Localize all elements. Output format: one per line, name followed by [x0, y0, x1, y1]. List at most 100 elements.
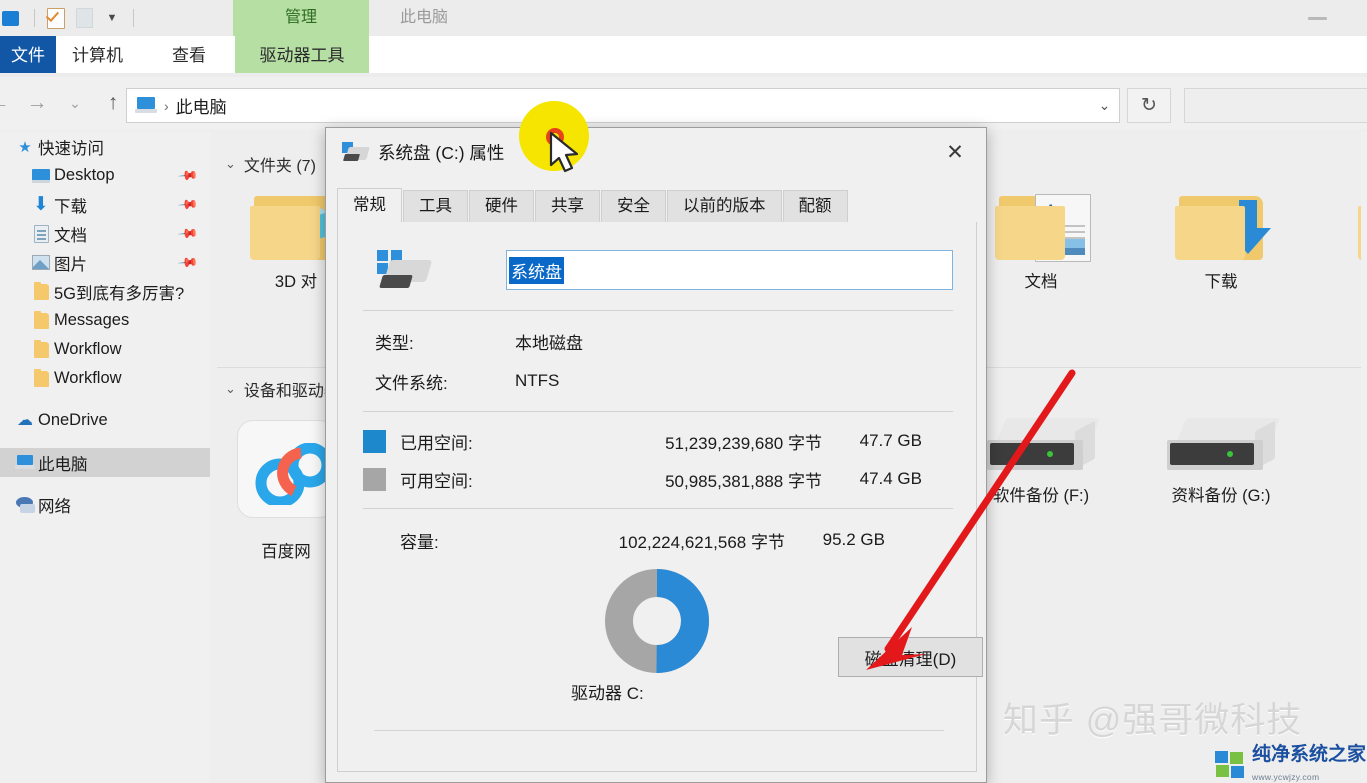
group-header-label: 文件夹 (7) — [243, 158, 316, 175]
disk-cleanup-button[interactable]: 磁盘清理(D) — [838, 637, 983, 677]
drive-caption: 驱动器 C: — [571, 684, 644, 703]
sidebar-item-network[interactable]: 网络 — [0, 490, 210, 519]
minimize-button[interactable] — [1297, 4, 1337, 26]
up-button[interactable]: ↑ — [100, 91, 126, 115]
cloud-icon: ☁ — [17, 411, 33, 429]
sidebar-item-label: Messages — [54, 311, 130, 329]
list-item[interactable]: A 文档 — [966, 190, 1116, 292]
watermark-zhihu: 知乎 @强哥微科技 — [1003, 701, 1303, 740]
download-icon: ⬇ — [33, 194, 49, 215]
sidebar-item-quick-access[interactable]: ★ 快速访问 — [0, 132, 210, 161]
sidebar-item-onedrive[interactable]: ☁ OneDrive — [0, 406, 210, 435]
ribbon-tab-file[interactable]: 文件 — [0, 36, 56, 75]
breadcrumb-separator-icon: › — [164, 97, 169, 114]
sidebar-item-downloads[interactable]: ⬇ 下载 📌 — [0, 190, 210, 219]
ribbon-tab-computer[interactable]: 计算机 — [72, 36, 123, 75]
folder-icon — [28, 339, 54, 358]
pin-icon[interactable]: 📌 — [177, 164, 199, 187]
ribbon-tab-drive-tools[interactable]: 驱动器工具 — [235, 36, 369, 75]
tab-tools[interactable]: 工具 — [403, 190, 468, 222]
group-header-folders[interactable]: ⌄ 文件夹 (7) — [225, 152, 316, 176]
sidebar-item-pictures[interactable]: 图片 📌 — [0, 248, 210, 277]
filesystem-label: 文件系统: — [375, 373, 448, 393]
free-space-bytes: 50,985,381,888 字节 — [665, 471, 822, 491]
baidu-netdisk-icon[interactable] — [237, 420, 335, 518]
capacity-label: 容量: — [400, 532, 439, 552]
sidebar-item-messages[interactable]: Messages — [0, 306, 210, 335]
downloads-folder-icon — [1175, 190, 1271, 262]
type-label: 类型: — [375, 333, 414, 353]
capacity-row: 容量: 102,224,621,568 字节 95.2 GB — [363, 519, 953, 561]
recent-locations-button[interactable]: ⌄ — [62, 95, 88, 112]
pin-icon[interactable]: 📌 — [177, 222, 199, 245]
sidebar-item-workflow-1[interactable]: Workflow — [0, 335, 210, 364]
document-icon — [28, 224, 54, 243]
group-header-devices[interactable]: ⌄ 设备和驱动器 — [225, 377, 340, 401]
pin-icon[interactable]: 📌 — [177, 193, 199, 216]
site-name-text: 纯净系统之家 — [1252, 744, 1367, 765]
hard-drive-icon — [1167, 418, 1281, 476]
ribbon-tab-strip: 文件 计算机 查看 驱动器工具 — [0, 36, 1367, 75]
ribbon-tab-view[interactable]: 查看 — [172, 36, 206, 75]
sidebar-item-workflow-2[interactable]: Workflow — [0, 364, 210, 393]
list-item[interactable]: 资料备份 (G:) — [1146, 412, 1296, 506]
chevron-down-icon[interactable]: ⌄ — [225, 381, 236, 397]
drive-large-icon — [371, 248, 433, 292]
used-space-label: 已用空间: — [400, 433, 473, 453]
free-space-label: 可用空间: — [400, 471, 473, 491]
address-input[interactable]: › 此电脑 — [126, 88, 1120, 123]
tab-general[interactable]: 常规 — [337, 188, 402, 222]
folder-icon — [28, 310, 54, 329]
checklist-icon[interactable] — [43, 5, 69, 31]
sidebar-gap-3 — [0, 477, 210, 490]
vertical-scrollbar[interactable] — [1361, 132, 1367, 783]
sidebar-item-5g-folder[interactable]: 5G到底有多厉害? — [0, 277, 210, 306]
breadcrumb-this-pc[interactable]: 此电脑 — [176, 93, 227, 118]
tab-security[interactable]: 安全 — [601, 190, 666, 222]
tab-previous-versions[interactable]: 以前的版本 — [667, 190, 782, 222]
dialog-title-bar: 系统盘 (C:) 属性 — [326, 128, 986, 176]
list-item[interactable]: 软件备份 (F:) — [966, 412, 1116, 506]
arrow-cursor — [549, 132, 579, 173]
sidebar-item-label: 此电脑 — [38, 455, 88, 474]
back-button[interactable]: ← — [0, 91, 12, 115]
search-input[interactable] — [1184, 88, 1367, 123]
documents-folder-icon: A — [995, 190, 1091, 262]
disk-usage-chart: 驱动器 C: 磁盘清理(D) — [363, 569, 983, 703]
watermark-site-badge: 纯净系统之家 www.ycwjzy.com — [1215, 745, 1366, 783]
free-space-row: 可用空间: 50,985,381,888 字节 47.4 GB — [363, 460, 953, 498]
used-space-bytes: 51,239,239,680 字节 — [665, 433, 822, 453]
chevron-down-icon[interactable]: ⌄ — [225, 156, 236, 172]
free-space-gb: 47.4 GB — [859, 469, 922, 488]
contextual-tab-manage[interactable]: 管理 — [233, 0, 369, 36]
tab-hardware[interactable]: 硬件 — [469, 190, 534, 222]
this-pc-icon — [135, 97, 157, 114]
forward-button[interactable]: → — [24, 91, 50, 115]
chevron-down-icon[interactable]: ▼ — [99, 5, 125, 31]
tab-sharing[interactable]: 共享 — [535, 190, 600, 222]
address-dropdown-icon[interactable]: ⌄ — [1089, 88, 1120, 123]
drive-properties-dialog: 系统盘 (C:) 属性 ✕ 常规 工具 硬件 共享 安全 以前的版本 配额 系统… — [325, 127, 987, 783]
list-item-label: 资料备份 (G:) — [1171, 487, 1271, 505]
list-item[interactable]: 下载 — [1146, 190, 1296, 292]
sidebar-item-documents[interactable]: 文档 📌 — [0, 219, 210, 248]
sidebar-item-this-pc[interactable]: 此电脑 — [0, 448, 210, 477]
sidebar-item-desktop[interactable]: Desktop 📌 — [0, 161, 210, 190]
refresh-button[interactable]: ↻ — [1127, 88, 1171, 123]
used-space-gb: 47.7 GB — [859, 431, 922, 450]
window-icon[interactable] — [0, 5, 26, 31]
divider — [363, 310, 953, 311]
divider — [363, 411, 953, 412]
volume-name-input[interactable]: 系统盘 — [506, 250, 953, 290]
tab-quota[interactable]: 配额 — [782, 190, 848, 222]
qat-divider-2 — [133, 9, 134, 27]
filesystem-row: 文件系统: NTFS — [363, 361, 953, 401]
folder-icon — [28, 281, 54, 300]
free-space-swatch — [363, 467, 386, 491]
pin-icon[interactable]: 📌 — [177, 251, 199, 274]
properties-icon[interactable] — [71, 5, 97, 31]
title-bar: ▼ 管理 此电脑 — [0, 0, 1367, 36]
close-icon[interactable]: ✕ — [938, 138, 972, 166]
sidebar-item-label: 图片 — [54, 255, 87, 274]
